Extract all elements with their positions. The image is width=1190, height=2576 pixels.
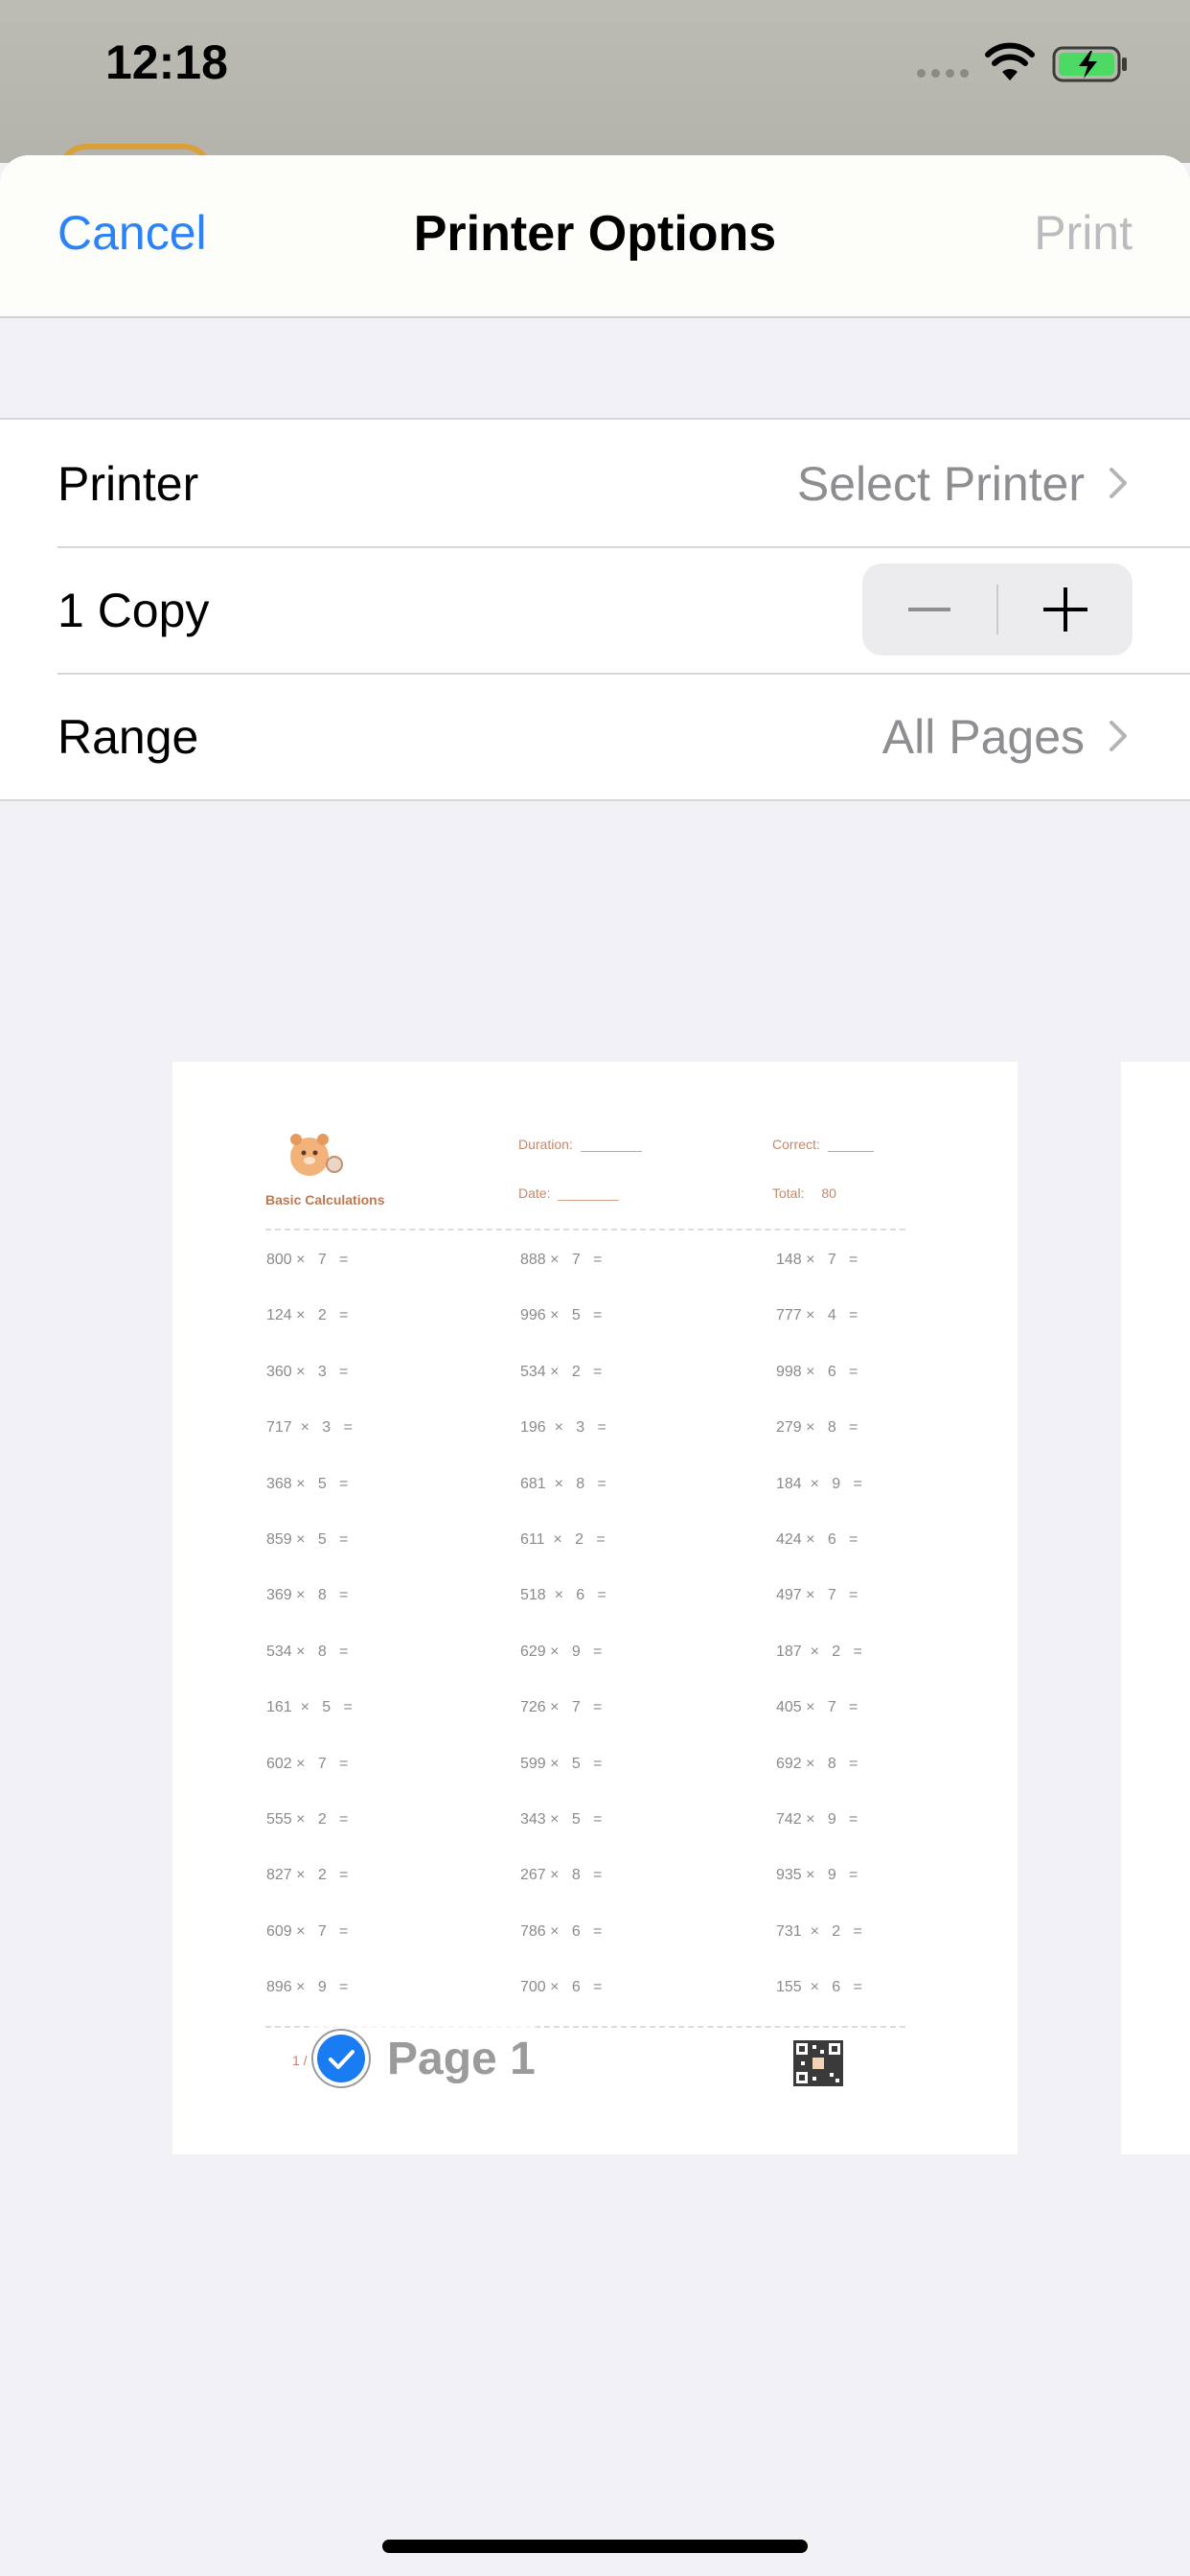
problem-item: 896 × 9 = — [266, 1979, 349, 1996]
problem-item: 692 × 8 = — [776, 1755, 858, 1772]
home-indicator[interactable] — [382, 2540, 808, 2553]
problem-item: 777 × 4 = — [776, 1307, 858, 1324]
problem-item: 497 × 7 = — [776, 1587, 858, 1604]
problem-item: 368 × 5 = — [266, 1475, 349, 1492]
problem-item: 602 × 7 = — [266, 1755, 349, 1772]
page-selection-label[interactable]: Page 1 — [310, 2020, 536, 2097]
chevron-right-icon — [1110, 468, 1127, 498]
problem-item: 935 × 9 = — [776, 1867, 858, 1884]
decrement-button[interactable] — [862, 564, 996, 656]
range-row[interactable]: Range All Pages — [0, 673, 1190, 799]
minus-icon — [908, 608, 950, 611]
problem-item: 405 × 7 = — [776, 1699, 858, 1716]
plus-icon — [1043, 587, 1087, 632]
problem-item: 279 × 8 = — [776, 1419, 858, 1437]
status-time: 12:18 — [105, 35, 228, 89]
next-page-preview[interactable] — [1121, 1062, 1190, 2154]
problem-item: 124 × 2 = — [266, 1307, 349, 1324]
wifi-icon — [985, 42, 1035, 80]
problem-item: 859 × 5 = — [266, 1531, 349, 1548]
problem-item: 996 × 5 = — [520, 1307, 603, 1324]
problem-item: 518 × 6 = — [520, 1587, 606, 1604]
problem-item: 611 × 2 = — [520, 1531, 606, 1548]
problem-item: 681 × 8 = — [520, 1475, 606, 1492]
problem-item: 888 × 7 = — [520, 1252, 603, 1268]
header-divider — [265, 1229, 905, 1230]
problem-item: 726 × 7 = — [520, 1699, 603, 1716]
page-preview[interactable]: Basic Calculations Duration: Date: Corre… — [172, 1062, 1018, 2154]
range-label: Range — [57, 710, 199, 764]
checkmark-circle-icon — [311, 2029, 371, 2088]
navigation-bar: Cancel Printer Options Print — [0, 155, 1190, 318]
range-value: All Pages — [881, 710, 1085, 764]
date-field: Date: — [518, 1185, 620, 1201]
problem-item: 800 × 7 = — [266, 1252, 349, 1268]
problem-item: 534 × 8 = — [266, 1643, 349, 1660]
problem-item: 343 × 5 = — [520, 1811, 603, 1828]
problem-item: 187 × 2 = — [776, 1643, 862, 1660]
copies-row: 1 Copy — [0, 546, 1190, 673]
problem-item: 184 × 9 = — [776, 1475, 862, 1492]
problem-item: 609 × 7 = — [266, 1922, 349, 1940]
cellular-signal-icon — [917, 69, 969, 78]
problem-item: 599 × 5 = — [520, 1755, 603, 1772]
printer-label: Printer — [57, 457, 199, 511]
problem-item: 629 × 9 = — [520, 1643, 603, 1660]
problem-item: 360 × 3 = — [266, 1363, 349, 1380]
problem-item: 155 × 6 = — [776, 1979, 862, 1996]
problem-item: 717 × 3 = — [266, 1419, 353, 1437]
problem-item: 998 × 6 = — [776, 1363, 858, 1380]
problem-item: 742 × 9 = — [776, 1811, 858, 1828]
chevron-right-icon — [1110, 721, 1127, 751]
problem-item: 369 × 8 = — [266, 1587, 349, 1604]
problem-item: 196 × 3 = — [520, 1419, 606, 1437]
problem-item: 555 × 2 = — [266, 1811, 349, 1828]
battery-charging-icon — [1052, 46, 1127, 82]
worksheet-title: Basic Calculations — [265, 1192, 385, 1208]
problem-item: 731 × 2 = — [776, 1922, 862, 1940]
printer-value: Select Printer — [796, 457, 1085, 511]
status-bar: 12:18 — [0, 0, 1190, 188]
print-button[interactable]: Print — [1034, 205, 1133, 261]
printer-options-sheet: Cancel Printer Options Print Printer Sel… — [0, 155, 1190, 2576]
problem-item: 267 × 8 = — [520, 1867, 603, 1884]
problem-item: 148 × 7 = — [776, 1252, 858, 1268]
problem-item: 827 × 2 = — [266, 1867, 349, 1884]
total-field: Total: 80 — [772, 1185, 836, 1201]
copies-stepper — [862, 564, 1133, 656]
page-label-text: Page 1 — [387, 2033, 536, 2084]
problem-item: 786 × 6 = — [520, 1922, 603, 1940]
duration-field: Duration: — [518, 1137, 642, 1152]
problem-item: 534 × 2 = — [520, 1363, 603, 1380]
problem-item: 424 × 6 = — [776, 1531, 858, 1548]
problem-item: 161 × 5 = — [266, 1699, 353, 1716]
printer-row[interactable]: Printer Select Printer — [0, 420, 1190, 546]
correct-field: Correct: — [772, 1137, 874, 1152]
increment-button[interactable] — [998, 564, 1133, 656]
page-title: Printer Options — [413, 206, 777, 262]
copies-label: 1 Copy — [57, 584, 210, 637]
options-list: Printer Select Printer 1 Copy Range All … — [0, 418, 1190, 801]
bear-mascot-icon — [290, 1134, 343, 1176]
problem-item: 700 × 6 = — [520, 1979, 603, 1996]
qr-code-icon — [793, 2040, 843, 2086]
